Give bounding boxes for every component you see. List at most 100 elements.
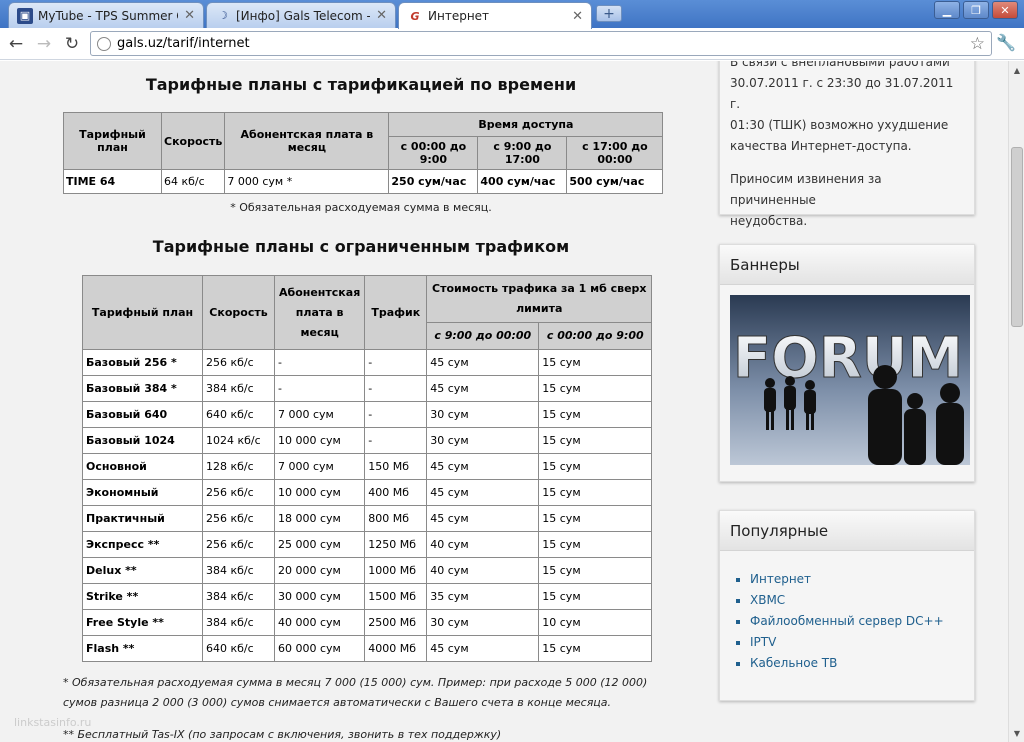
th-speed: Скорость (202, 275, 275, 350)
th-access: Время доступа (388, 112, 664, 137)
cell: 500 сум/час (566, 169, 664, 194)
tab-title: MyTube - TPS Summer Cup... (38, 8, 178, 23)
close-icon[interactable]: ✕ (184, 8, 195, 23)
table-row: Базовый 384 * 384 кб/с - -45 сум 15 сум (82, 375, 653, 402)
traffic-note-1: * Обязательная расходуемая сумма в месяц… (63, 676, 648, 689)
cell: Практичный (82, 505, 203, 532)
th-slot2: с 00:00 до 9:00 (538, 322, 653, 350)
cell: 64 кб/с (160, 169, 226, 194)
cell: Базовый 256 * (82, 349, 203, 376)
cell: 10 сум (538, 609, 653, 636)
th-plan: Тарифный план (63, 112, 162, 170)
cell: 384 кб/с (202, 375, 275, 402)
maximize-button[interactable]: ❐ (963, 1, 989, 19)
page-icon (97, 36, 111, 51)
cell: 35 сум (426, 583, 540, 610)
cell: 15 сум (538, 505, 653, 532)
table-row: Экономный 256 кб/с 10 000 сум 400 Мб 45 сум 1… (82, 479, 653, 506)
th-slot1: с 9:00 до 00:00 (426, 322, 540, 350)
notice-line: неудобства. (730, 214, 808, 228)
banners-title: Баннеры (720, 245, 974, 285)
cell: - (364, 349, 428, 376)
cell: 256 кб/с (202, 531, 275, 558)
cell: 1250 Мб (364, 531, 428, 558)
traffic-plans-table: Тарифный план Скорость Абонентская плата… (82, 275, 653, 662)
cell: Базовый 1024 (82, 427, 203, 454)
cell: 45 сум (426, 453, 540, 480)
cell: 128 кб/с (202, 453, 275, 480)
notice-line: 01:30 (ТШК) возможно ухудшение (730, 118, 949, 132)
vertical-scrollbar[interactable]: ▲ ▼ (1008, 61, 1024, 742)
popular-title: Популярные (720, 511, 974, 551)
cell: Экспресс ** (82, 531, 203, 558)
tab-strip: ▣ MyTube - TPS Summer Cup... ✕ ☽ [Инфо] … (0, 0, 1024, 29)
cell: 15 сум (538, 583, 653, 610)
time-plans-note: * Обязательная расходуемая сумма в месяц… (230, 201, 492, 214)
new-tab-button[interactable]: + (596, 5, 622, 22)
cell: 15 сум (538, 635, 653, 662)
table-row: Strike ** 384 кб/с 30 000 сум 1500 Мб 35 сум… (82, 583, 653, 610)
th-fee: Абонентская плата в месяц (224, 112, 390, 170)
cell: 400 Мб (364, 479, 428, 506)
popular-link[interactable]: Файлообменный сервер DC++ (750, 611, 964, 632)
table-row: TIME 64 64 кб/с 7 000 сум * 250 сум/час … (63, 169, 664, 194)
cell: 45 сум (426, 505, 540, 532)
cell: 4000 Мб (364, 635, 428, 662)
popular-link[interactable]: ХВМС (750, 590, 964, 611)
scroll-up-icon[interactable]: ▲ (1010, 63, 1024, 77)
cell: 15 сум (538, 531, 653, 558)
table-row: Flash ** 640 кб/с 60 000 сум 4000 Мб 45 сум 1… (82, 635, 653, 662)
close-icon[interactable]: ✕ (572, 9, 583, 24)
close-window-button[interactable]: ✕ (992, 1, 1018, 19)
table-row: Free Style ** 384 кб/с 40 000 сум 2500 Мб 30… (82, 609, 653, 636)
cell: 7 000 сум (273, 401, 366, 428)
cell: Основной (82, 453, 203, 480)
th-slot1: с 00:00 до 9:00 (388, 136, 479, 170)
popular-link[interactable]: Интернет (750, 569, 964, 590)
forum-banner[interactable]: FORUM (730, 295, 970, 465)
tab-mytube[interactable]: ▣ MyTube - TPS Summer Cup... ✕ (8, 2, 204, 28)
time-plans-title: Тарифные планы с тарификацией по времени (145, 75, 577, 94)
notice-line: В связи с внеплановыми работами (730, 61, 950, 69)
popular-link[interactable]: IPTV (750, 632, 964, 653)
watermark: linkstasinfo.ru (14, 716, 92, 729)
cell: 256 кб/с (202, 479, 275, 506)
moon-icon: ☽ (218, 9, 228, 22)
cell: 384 кб/с (202, 583, 275, 610)
popular-link[interactable]: Кабельное ТВ (750, 653, 964, 674)
cell: - (364, 427, 428, 454)
tab-internet[interactable]: G Интернет ✕ (398, 2, 592, 29)
th-fee: Абонентская плата в месяц (273, 275, 366, 350)
notice-box: В связи с внеплановыми работами 30.07.201… (719, 61, 975, 228)
cell: 7 000 сум * (224, 169, 390, 194)
mytube-icon: ▣ (17, 7, 33, 24)
reload-button[interactable]: ↻ (61, 33, 83, 55)
toolbar: ← → ↻ gals.uz/tarif/internet ☆ 🔧 (0, 28, 1024, 60)
cell: 15 сум (538, 375, 653, 402)
cell: 30 сум (426, 427, 540, 454)
minimize-button[interactable]: ▁ (934, 1, 960, 19)
forward-button[interactable]: → (33, 33, 55, 55)
address-bar[interactable]: gals.uz/tarif/internet ☆ (90, 31, 992, 56)
cell: 30 000 сум (273, 583, 366, 610)
th-traffic: Трафик (364, 275, 428, 350)
scroll-thumb[interactable] (1011, 147, 1023, 327)
banners-box: Баннеры FORUM (719, 244, 975, 482)
bookmark-star-icon[interactable]: ☆ (970, 34, 985, 54)
page-content: Тарифные планы с тарификацией по времени… (0, 61, 1008, 742)
wrench-icon[interactable]: 🔧 (996, 33, 1016, 52)
table-row: Delux ** 384 кб/с 20 000 сум 1000 Мб 40 сум 1… (82, 557, 653, 584)
traffic-note-3: ** Бесплатный Tas-IX (по запросам с вклю… (63, 728, 502, 741)
cell: 10 000 сум (273, 427, 366, 454)
cell: 7 000 сум (273, 453, 366, 480)
back-button[interactable]: ← (5, 33, 27, 55)
cell: 45 сум (426, 375, 540, 402)
cell: 10 000 сум (273, 479, 366, 506)
cell: Delux ** (82, 557, 203, 584)
cell: 18 000 сум (273, 505, 366, 532)
tab-gals-info[interactable]: ☽ [Инфо] Gals Telecom - Стр... ✕ (206, 2, 396, 28)
table-row: Базовый 256 * 256 кб/с - -45 сум 15 сум (82, 349, 653, 376)
cell: 256 кб/с (202, 349, 275, 376)
scroll-down-icon[interactable]: ▼ (1010, 726, 1024, 740)
close-icon[interactable]: ✕ (376, 8, 387, 23)
